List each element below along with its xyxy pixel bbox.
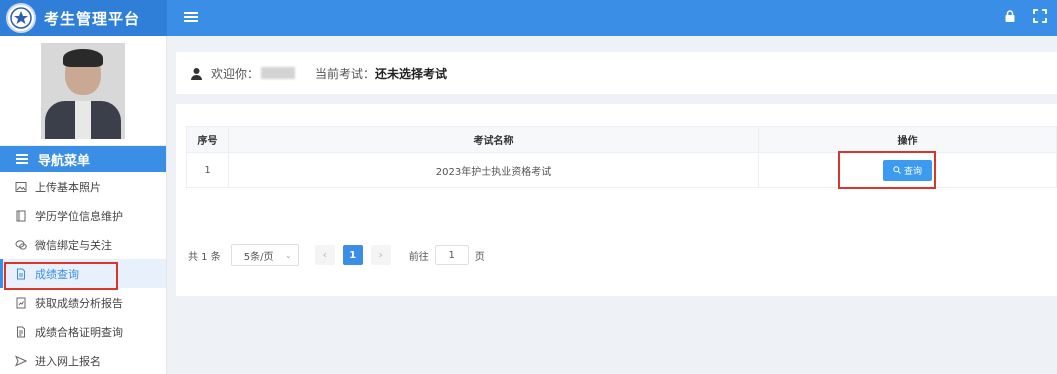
page-size-value: 5条/页 [243, 251, 274, 263]
fullscreen-icon[interactable] [1033, 9, 1047, 23]
sidebar-item-label: 进入网上报名 [35, 354, 101, 368]
exam-list-panel: 序号 考试名称 操作 1 2023年护士执业资格考试 查询 [176, 104, 1057, 296]
certificate-icon [15, 326, 27, 338]
sidebar-item-score-report[interactable]: 获取成绩分析报告 [0, 288, 166, 317]
cell-index: 1 [186, 152, 229, 188]
highlight-box-query [838, 151, 936, 189]
book-icon [15, 210, 27, 222]
prev-page-button[interactable]: ‹ [314, 245, 335, 265]
user-icon [191, 67, 202, 80]
sidebar-item-label: 微信绑定与关注 [35, 238, 112, 252]
goto-label: 前往 [408, 251, 429, 263]
menu-icon[interactable] [182, 8, 200, 26]
sidebar-item-education-info[interactable]: 学历学位信息维护 [0, 201, 166, 230]
sidebar: 导航菜单 上传基本照片 学历学位信息维护 微信绑定与关注 成绩查询 获取成绩分析… [0, 36, 167, 374]
list-icon [16, 154, 28, 164]
page-suffix: 页 [474, 251, 485, 263]
column-header-exam-name: 考试名称 [228, 126, 759, 153]
chevron-down-icon: ⌄ [285, 250, 292, 260]
avatar [41, 42, 125, 139]
cell-exam-name: 2023年护士执业资格考试 [228, 152, 759, 188]
brand: 考生管理平台 [0, 0, 167, 36]
highlight-box-nav [4, 262, 118, 290]
column-header-action: 操作 [758, 126, 1057, 153]
pagination-total: 共 1 条 [188, 251, 221, 263]
sidebar-item-certificate[interactable]: 成绩合格证明查询 [0, 317, 166, 346]
image-icon [15, 181, 27, 193]
send-icon [15, 355, 27, 367]
report-icon [15, 297, 27, 309]
welcome-greeting: 欢迎你： [211, 66, 260, 81]
lock-icon[interactable] [1003, 9, 1017, 23]
page-number-current[interactable]: 1 [342, 245, 363, 265]
current-exam-value: 还未选择考试 [375, 66, 448, 81]
sidebar-item-online-registration[interactable]: 进入网上报名 [0, 346, 166, 374]
chevron-right-icon: › [378, 249, 383, 261]
next-page-button[interactable]: › [370, 245, 391, 265]
sidebar-item-upload-photo[interactable]: 上传基本照片 [0, 172, 166, 201]
page-size-select[interactable]: 5条/页 ⌄ [230, 244, 299, 266]
table-header-row: 序号 考试名称 操作 [186, 126, 1057, 153]
sidebar-item-label: 成绩合格证明查询 [35, 325, 123, 339]
chevron-left-icon: ‹ [322, 249, 327, 261]
user-name-redacted [261, 67, 296, 79]
avatar-area [0, 36, 166, 146]
pagination: 共 1 条 5条/页 ⌄ ‹ 1 › 前往 页 [188, 244, 485, 266]
welcome-bar: 欢迎你： 当前考试： 还未选择考试 [176, 52, 1057, 94]
goto-page-input[interactable] [434, 245, 469, 265]
logo [6, 3, 36, 33]
nav-header-label: 导航菜单 [38, 153, 91, 169]
sidebar-item-wechat[interactable]: 微信绑定与关注 [0, 230, 166, 259]
column-header-index: 序号 [186, 126, 229, 153]
top-bar: 考生管理平台 [0, 0, 1057, 36]
wechat-icon [15, 239, 27, 251]
current-exam-label: 当前考试： [315, 66, 376, 81]
nav-header: 导航菜单 [0, 146, 166, 172]
app-title: 考生管理平台 [44, 9, 141, 28]
sidebar-item-label: 上传基本照片 [35, 180, 101, 194]
sidebar-item-label: 获取成绩分析报告 [35, 296, 123, 310]
sidebar-item-label: 学历学位信息维护 [35, 209, 123, 223]
